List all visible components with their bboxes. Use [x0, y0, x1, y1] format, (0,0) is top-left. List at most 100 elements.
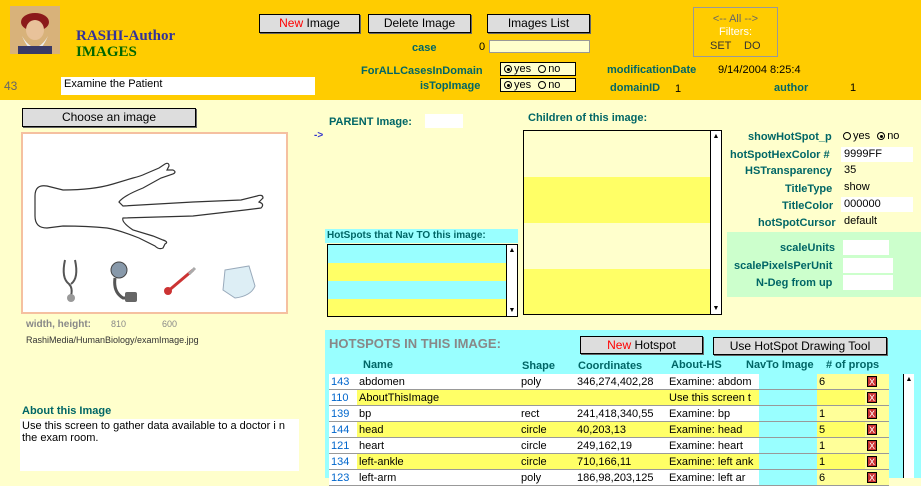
list-item[interactable]: [328, 299, 506, 316]
radio-yes[interactable]: yes: [504, 79, 531, 91]
hotspot-hex-color-field[interactable]: 9999FF: [841, 147, 913, 162]
hotspot-id[interactable]: 134: [329, 453, 357, 470]
about-image-text[interactable]: Use this screen to gather data available…: [20, 419, 299, 471]
hotspot-id[interactable]: 139: [329, 405, 357, 422]
scale-units-field[interactable]: [843, 240, 889, 255]
list-item[interactable]: [328, 245, 506, 264]
hotspot-props-count[interactable]: 5: [817, 421, 865, 438]
title-color-field[interactable]: 000000: [841, 197, 913, 212]
choose-image-button[interactable]: Choose an image: [22, 108, 196, 127]
title-type-field[interactable]: show: [841, 180, 913, 195]
table-row[interactable]: 144 head circle 40,203,13 Examine: head 5 X: [329, 421, 889, 438]
case-field[interactable]: [489, 40, 590, 53]
radio-yes[interactable]: yes: [843, 130, 870, 142]
hotspots-scrollbar[interactable]: ▲: [903, 374, 914, 478]
hotspot-name[interactable]: AboutThisImage: [357, 389, 519, 406]
hotspot-navto[interactable]: [759, 374, 817, 390]
hotspot-coordinates[interactable]: [575, 389, 667, 406]
scroll-up-icon[interactable]: ▲: [507, 245, 517, 256]
delete-hotspot-icon[interactable]: X: [867, 439, 877, 451]
filter-do-button[interactable]: DO: [744, 40, 761, 52]
scroll-down-icon[interactable]: ▼: [711, 303, 721, 314]
hotspot-cursor-field[interactable]: default: [841, 214, 913, 229]
n-deg-field[interactable]: [843, 275, 893, 290]
hotspot-props-count[interactable]: 1: [817, 453, 865, 470]
scroll-up-icon[interactable]: ▲: [904, 374, 914, 385]
hotspot-coordinates[interactable]: 710,166,11: [575, 453, 667, 470]
hotspot-navto[interactable]: [759, 405, 817, 422]
image-title-field[interactable]: Examine the Patient: [61, 77, 315, 95]
hotspot-shape[interactable]: [519, 389, 575, 406]
children-scrollbar[interactable]: ▲ ▼: [710, 131, 721, 314]
show-hotspot-radio[interactable]: yes no: [843, 130, 899, 142]
radio-no[interactable]: no: [538, 63, 560, 75]
radio-no[interactable]: no: [538, 79, 560, 91]
scroll-up-icon[interactable]: ▲: [711, 131, 721, 142]
hotspot-navto[interactable]: [759, 453, 817, 470]
hotspot-navto[interactable]: [759, 437, 817, 454]
filter-set-button[interactable]: SET: [710, 40, 731, 52]
new-image-button[interactable]: New Image: [259, 14, 360, 33]
for-all-cases-radio[interactable]: yes no: [500, 62, 576, 76]
hotspot-id[interactable]: 110: [329, 389, 357, 406]
list-item[interactable]: [524, 177, 710, 224]
hotspot-props-count[interactable]: 1: [817, 437, 865, 454]
parent-arrow[interactable]: ->: [314, 130, 323, 141]
hotspot-about[interactable]: Use this screen t: [667, 389, 759, 406]
delete-hotspot-icon[interactable]: X: [867, 423, 877, 435]
hotspot-id[interactable]: 144: [329, 421, 357, 438]
list-item[interactable]: [524, 269, 710, 314]
table-row[interactable]: 121 heart circle 249,162,19 Examine: heart 1 X: [329, 437, 889, 454]
table-row[interactable]: 134 left-ankle circle 710,166,11 Examine: le…: [329, 453, 889, 470]
hotspot-shape[interactable]: poly: [519, 374, 575, 390]
table-row[interactable]: 139 bp rect 241,418,340,55 Examine: bp 1 X: [329, 405, 889, 422]
hotspot-name[interactable]: heart: [357, 437, 519, 454]
hotspot-about[interactable]: Examine: heart: [667, 437, 759, 454]
image-preview[interactable]: [21, 132, 288, 314]
parent-image-field[interactable]: [425, 114, 463, 128]
delete-hotspot-icon[interactable]: X: [867, 471, 877, 483]
hotspot-coordinates[interactable]: 346,274,402,28: [575, 374, 667, 390]
hotspot-navto[interactable]: [759, 389, 817, 406]
filter-all[interactable]: <-- All -->: [694, 13, 777, 25]
hotspot-about[interactable]: Examine: head: [667, 421, 759, 438]
delete-hotspot-icon[interactable]: X: [867, 375, 877, 387]
hotspot-props-count[interactable]: 1: [817, 405, 865, 422]
delete-hotspot-icon[interactable]: X: [867, 407, 877, 419]
hotspot-name[interactable]: abdomen: [357, 374, 519, 390]
delete-hotspot-icon[interactable]: X: [867, 391, 877, 403]
nav-scrollbar[interactable]: ▲ ▼: [506, 245, 517, 316]
list-item[interactable]: [524, 131, 710, 178]
radio-yes[interactable]: yes: [504, 63, 531, 75]
hotspots-nav-list[interactable]: ▲ ▼: [327, 244, 518, 317]
hotspot-coordinates[interactable]: 241,418,340,55: [575, 405, 667, 422]
hotspot-name[interactable]: bp: [357, 405, 519, 422]
hotspot-coordinates[interactable]: 249,162,19: [575, 437, 667, 454]
hotspot-shape[interactable]: circle: [519, 453, 575, 470]
list-item[interactable]: [328, 281, 506, 300]
delete-image-button[interactable]: Delete Image: [368, 14, 471, 33]
hotspot-about[interactable]: Examine: left ank: [667, 453, 759, 470]
hs-transparency-field[interactable]: 35: [841, 163, 913, 178]
hotspot-shape[interactable]: rect: [519, 405, 575, 422]
hotspot-id[interactable]: 121: [329, 437, 357, 454]
is-top-image-radio[interactable]: yes no: [500, 78, 576, 92]
radio-no[interactable]: no: [877, 130, 899, 142]
hotspot-props-count[interactable]: 6: [817, 374, 865, 390]
hotspot-coordinates[interactable]: 40,203,13: [575, 421, 667, 438]
hotspot-about[interactable]: Examine: abdom: [667, 374, 759, 390]
hotspot-props-count[interactable]: [817, 389, 865, 406]
delete-hotspot-icon[interactable]: X: [867, 455, 877, 467]
hotspot-id[interactable]: 143: [329, 374, 357, 390]
hotspot-shape[interactable]: circle: [519, 437, 575, 454]
images-list-button[interactable]: Images List: [487, 14, 590, 33]
table-row[interactable]: 143 abdomen poly 346,274,402,28 Examine: abd…: [329, 374, 889, 390]
list-item[interactable]: [524, 223, 710, 270]
scale-pixels-field[interactable]: [843, 258, 893, 273]
hotspot-about[interactable]: Examine: bp: [667, 405, 759, 422]
list-item[interactable]: [328, 263, 506, 282]
hotspot-name[interactable]: left-ankle: [357, 453, 519, 470]
hotspot-navto[interactable]: [759, 421, 817, 438]
hotspot-name[interactable]: head: [357, 421, 519, 438]
hotspot-shape[interactable]: circle: [519, 421, 575, 438]
